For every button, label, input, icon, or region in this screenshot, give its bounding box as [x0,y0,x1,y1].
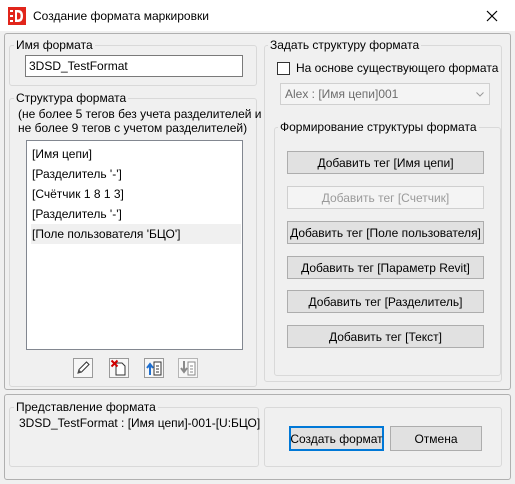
list-item[interactable]: [Разделитель '-'] [31,204,241,224]
existing-format-select[interactable]: Alex : [Имя цепи]001 [280,83,490,105]
move-down-icon[interactable] [178,358,198,378]
window-title: Создание формата маркировки [33,9,209,23]
structure-list[interactable]: [Имя цепи] [Разделитель '-'] [Счётчик 1 … [26,140,243,350]
format-name-legend: Имя формата [14,38,95,52]
close-button[interactable] [469,0,515,31]
dialog-window: Создание формата маркировки Имя формата … [0,0,515,484]
list-item-selected[interactable]: [Поле пользователя 'БЦО'] [31,224,241,244]
existing-format-select-value: Alex : [Имя цепи]001 [285,87,399,101]
list-item[interactable]: [Разделитель '-'] [31,164,241,184]
existing-format-checkbox[interactable] [277,62,290,75]
add-tag-text-button[interactable]: Добавить тег [Текст] [287,325,484,348]
list-item[interactable]: [Имя цепи] [31,144,241,164]
list-item[interactable]: [Счётчик 1 8 1 3] [31,184,241,204]
pencil-edit-icon[interactable] [73,358,93,378]
app-logo-icon [8,7,26,25]
cancel-button[interactable]: Отмена [390,426,482,451]
set-structure-legend: Задать структуру формата [268,38,422,52]
chevron-down-icon [475,84,485,104]
close-icon [486,10,498,21]
add-tag-separator-button[interactable]: Добавить тег [Разделитель] [287,290,484,313]
structure-hint-line-1: (не более 5 тегов без учета разделителей… [18,107,262,121]
add-tag-chain-name-button[interactable]: Добавить тег [Имя цепи] [287,151,484,174]
title-bar[interactable]: Создание формата маркировки [0,0,515,31]
preview-value: 3DSD_TestFormat : [Имя цепи]-001-[U:БЦО] [19,416,261,430]
format-name-input[interactable]: 3DSD_TestFormat [25,55,243,77]
existing-format-label[interactable]: На основе существующего формата [296,61,498,75]
add-tag-revit-parameter-button[interactable]: Добавить тег [Параметр Revit] [287,256,484,279]
add-tag-counter-button[interactable]: Добавить тег [Счетчик] [287,186,484,209]
create-format-button[interactable]: Создать формат [289,426,384,451]
add-tag-user-field-button[interactable]: Добавить тег [Поле пользователя] [287,221,484,244]
delete-item-icon[interactable] [109,358,129,378]
build-structure-legend: Формирование структуры формата [278,120,479,134]
structure-hint-line-2: не более 9 тегов с учетом разделителей) [18,121,248,135]
preview-legend: Представление формата [14,400,158,414]
move-up-icon[interactable] [144,358,164,378]
structure-legend: Структура формата [14,91,129,105]
